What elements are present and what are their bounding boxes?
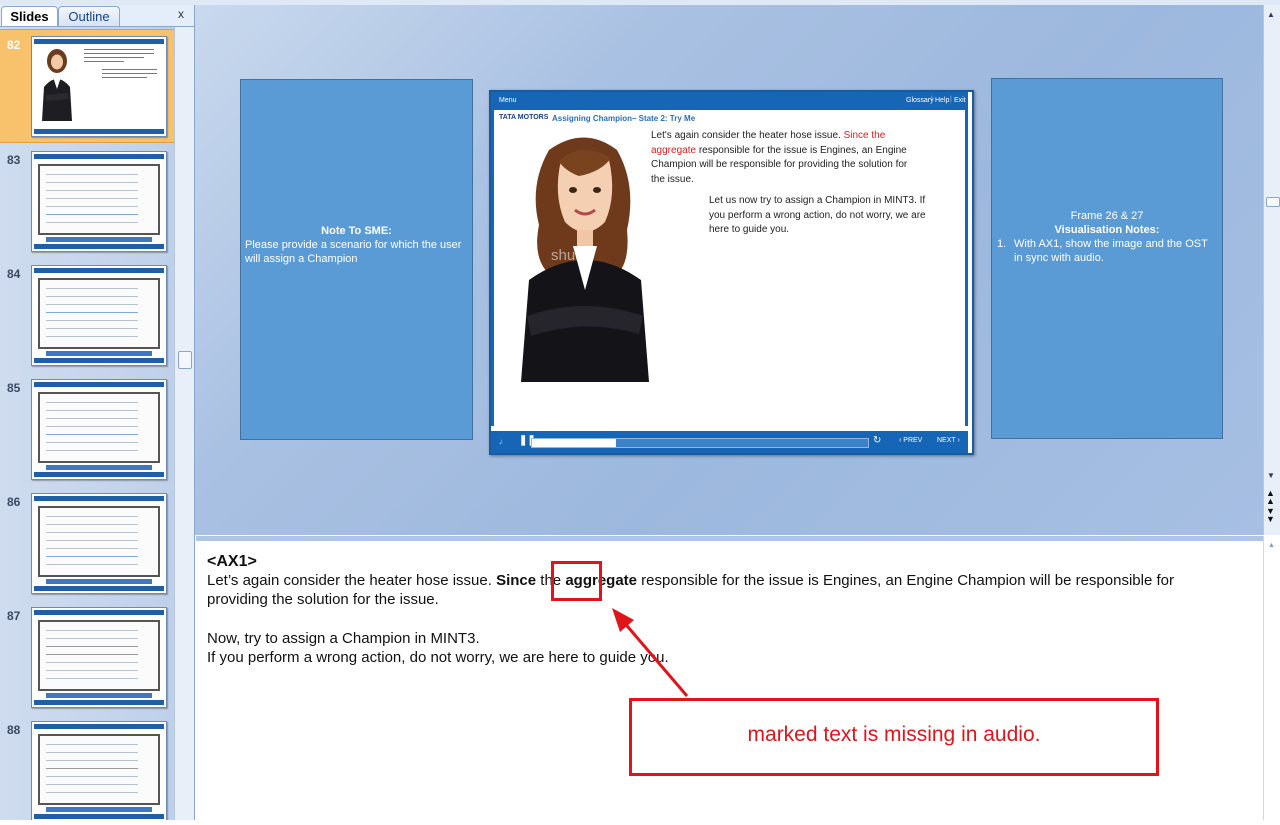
annotation-arrow-icon	[612, 608, 689, 697]
visualisation-note-box[interactable]: Frame 26 & 27 Visualisation Notes: 1. Wi…	[991, 78, 1223, 439]
list-number: 1.	[997, 238, 1007, 250]
slide-preview	[31, 607, 167, 708]
character-icon	[42, 49, 72, 121]
scroll-down-icon[interactable]: ▼	[1267, 471, 1275, 480]
slide-number: 84	[7, 267, 21, 281]
slide-scrollbar[interactable]: ▲ ▼ ▲ ▲ ▼ ▼	[1263, 5, 1280, 535]
slide-number: 85	[7, 381, 21, 395]
slide-thumbnail-85[interactable]: 85	[0, 373, 174, 485]
slide-number: 88	[7, 723, 21, 737]
slides-panel: Slides Outline x 82 83 84 85 86 87 88	[0, 5, 195, 820]
slide-number: 86	[7, 495, 21, 509]
slide-number: 82	[7, 38, 21, 52]
tab-outline[interactable]: Outline	[58, 6, 120, 26]
scroll-up-icon[interactable]: ▲	[1268, 542, 1275, 549]
slide-thumbnail-88[interactable]: 88	[0, 715, 174, 820]
volume-icon[interactable]: ♩	[499, 437, 507, 446]
brand-logo: TATA MOTORS	[499, 114, 549, 121]
prev-button[interactable]: ‹ PREV	[899, 437, 922, 444]
slide-thumbnail-list: 82 83 84 85 86 87 88	[0, 27, 174, 820]
slide-paragraph-1: Let's again consider the heater hose iss…	[651, 130, 908, 185]
notes-line-2: providing the solution for the issue.	[207, 591, 439, 608]
slide-preview	[31, 379, 167, 480]
visualisation-item: With AX1, show the image and the OST in …	[1014, 238, 1208, 264]
slide-canvas: Note To SME: Please provide a scenario f…	[195, 5, 1263, 535]
annotation-text: marked text is missing in audio.	[747, 723, 1041, 746]
slide-thumbnail-83[interactable]: 83	[0, 145, 174, 257]
slide-preview	[31, 151, 167, 252]
slide-preview	[31, 36, 167, 137]
sme-note-heading: Note To SME:	[321, 225, 392, 237]
speaker-notes-pane[interactable]: <AX1> Let’s again consider the heater ho…	[196, 536, 1263, 825]
close-icon[interactable]: x	[175, 7, 187, 21]
next-slide-icon[interactable]: ▼ ▼	[1266, 507, 1275, 524]
notes-line-3: Now, try to assign a Champion in MINT3.	[207, 630, 480, 647]
notes-tag: <AX1>	[207, 553, 257, 570]
notes-line-1: Let’s again consider the heater hose iss…	[207, 572, 1174, 589]
notes-scrollbar[interactable]: ▲	[1263, 536, 1280, 820]
progress-fill	[532, 439, 616, 447]
tab-slides[interactable]: Slides	[1, 6, 58, 26]
previous-slide-icon[interactable]: ▲ ▲	[1266, 489, 1275, 506]
player-header: Menu Glossary | Help | Exit	[491, 92, 968, 110]
slide-thumbnail-87[interactable]: 87	[0, 601, 174, 713]
panel-tabs: Slides Outline x	[0, 5, 194, 27]
exit-link[interactable]: Exit	[954, 97, 966, 104]
player-controls: ♩ ❚❚ ↻ ‹ PREV NEXT ›	[491, 431, 968, 453]
scrollbar-thumb[interactable]	[1266, 197, 1280, 207]
replay-icon[interactable]: ↻	[873, 435, 881, 446]
sme-note-body: Please provide a scenario for which the …	[245, 239, 462, 265]
slides-panel-scrollbar[interactable]	[174, 27, 194, 820]
visualisation-heading: Visualisation Notes:	[1054, 224, 1160, 236]
businesswoman-illustration: shutte	[521, 137, 649, 382]
slide-thumbnail-82[interactable]: 82	[0, 29, 174, 143]
sme-note-box[interactable]: Note To SME: Please provide a scenario f…	[240, 79, 473, 440]
slide-thumbnail-86[interactable]: 86	[0, 487, 174, 599]
frame-label: Frame 26 & 27	[1070, 210, 1144, 222]
slide-title: Assigning Champion– State 2: Try Me	[552, 114, 696, 123]
highlight-rectangle	[551, 561, 602, 601]
slide-preview	[31, 265, 167, 366]
next-button[interactable]: NEXT ›	[937, 437, 960, 444]
slide-preview	[31, 493, 167, 594]
glossary-link[interactable]: Glossary	[906, 97, 934, 104]
scrollbar-thumb[interactable]	[178, 351, 192, 369]
annotation-callout: marked text is missing in audio.	[629, 698, 1159, 776]
help-link[interactable]: Help	[935, 97, 949, 104]
slide-thumbnail-84[interactable]: 84	[0, 259, 174, 371]
slide-preview-main[interactable]: Menu Glossary | Help | Exit TATA MOTORS …	[489, 90, 974, 455]
slide-number: 83	[7, 153, 21, 167]
progress-bar[interactable]	[531, 438, 869, 448]
slide-preview	[31, 721, 167, 820]
slide-number: 87	[7, 609, 21, 623]
slide-paragraph-2: Let us now try to assign a Champion in M…	[709, 195, 926, 235]
watermark-text: shutte	[551, 247, 592, 264]
scroll-up-icon[interactable]: ▲	[1267, 10, 1275, 19]
menu-link[interactable]: Menu	[499, 97, 517, 104]
